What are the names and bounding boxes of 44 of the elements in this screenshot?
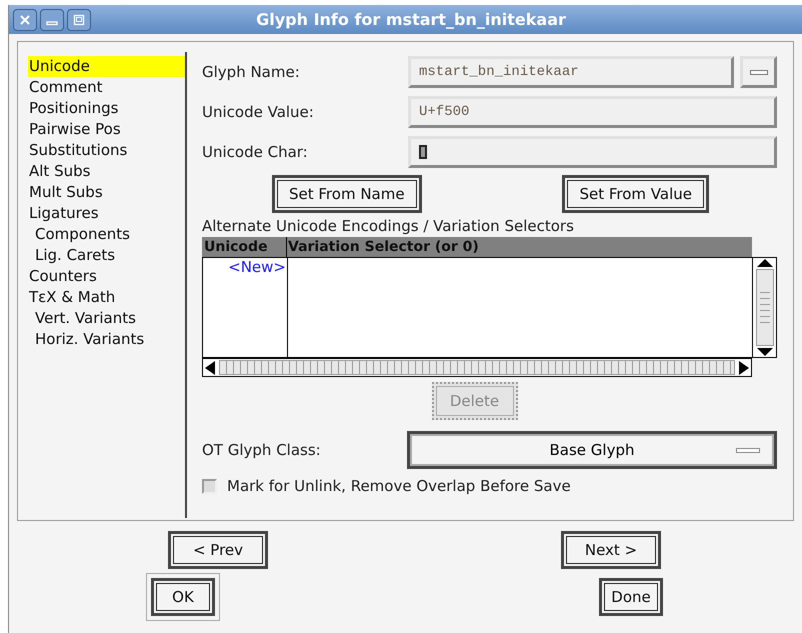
sidebar-item[interactable]: Positionings [28, 98, 185, 119]
maximize-icon[interactable] [67, 8, 91, 30]
nav-button[interactable]: Next > [561, 531, 661, 569]
minimize-icon[interactable] [40, 8, 64, 30]
field-label: Unicode Value: [202, 102, 315, 123]
sidebar-item[interactable]: Unicode [28, 56, 185, 77]
sidebar-item[interactable]: Alt Subs [28, 161, 185, 182]
dash-icon [750, 70, 768, 74]
sidebar-item[interactable]: Substitutions [28, 140, 185, 161]
new-entry[interactable]: <New> [228, 258, 286, 276]
sidebar-item[interactable]: TεX & Math [28, 287, 185, 308]
sidebar-item[interactable]: Horiz. Variants [28, 329, 185, 350]
field-label: Glyph Name: [202, 62, 301, 83]
checkbox[interactable] [202, 478, 217, 494]
set-button[interactable]: Set From Value [562, 175, 709, 213]
dropdown-icon [736, 448, 760, 453]
nav-button[interactable]: < Prev [168, 531, 268, 569]
window-title: Glyph Info for mstart_bn_initekaar [256, 8, 566, 31]
field-label: Unicode Char: [202, 142, 309, 163]
horizontal-scrollbar[interactable] [202, 358, 752, 377]
sidebar-item[interactable]: Vert. Variants [28, 308, 185, 329]
sidebar-item[interactable]: Lig. Carets [28, 245, 185, 266]
set-button[interactable]: Set From Name [272, 175, 422, 213]
ok-button[interactable]: OK [146, 573, 220, 621]
glyph-box-icon [419, 145, 427, 159]
checkbox-label: Mark for Unlink, Remove Overlap Before Save [227, 476, 571, 497]
column-header: Variation Selector (or 0) [287, 238, 480, 257]
scroll-right-icon[interactable] [737, 360, 751, 376]
close-icon[interactable] [13, 8, 37, 30]
input-field[interactable] [408, 136, 777, 168]
scroll-left-icon[interactable] [203, 360, 217, 376]
input-field[interactable]: U+f500 [408, 96, 777, 128]
input-field[interactable]: mstart_bn_initekaar [408, 56, 734, 88]
sidebar-item[interactable]: Components [28, 224, 185, 245]
sidebar-item[interactable]: Comment [28, 77, 185, 98]
vertical-scrollbar[interactable] [752, 257, 777, 358]
sidebar-item[interactable]: Counters [28, 266, 185, 287]
field-label: OT Glyph Class: [202, 440, 322, 461]
suggest-button[interactable] [740, 56, 777, 88]
sidebar-item[interactable]: Pairwise Pos [28, 119, 185, 140]
glyph-class-dropdown[interactable]: Base Glyph [407, 431, 777, 469]
sidebar-item[interactable]: Ligatures [28, 203, 185, 224]
sidebar-item[interactable]: Mult Subs [28, 182, 185, 203]
section-label: Alternate Unicode Encodings / Variation Selectors [202, 217, 575, 235]
